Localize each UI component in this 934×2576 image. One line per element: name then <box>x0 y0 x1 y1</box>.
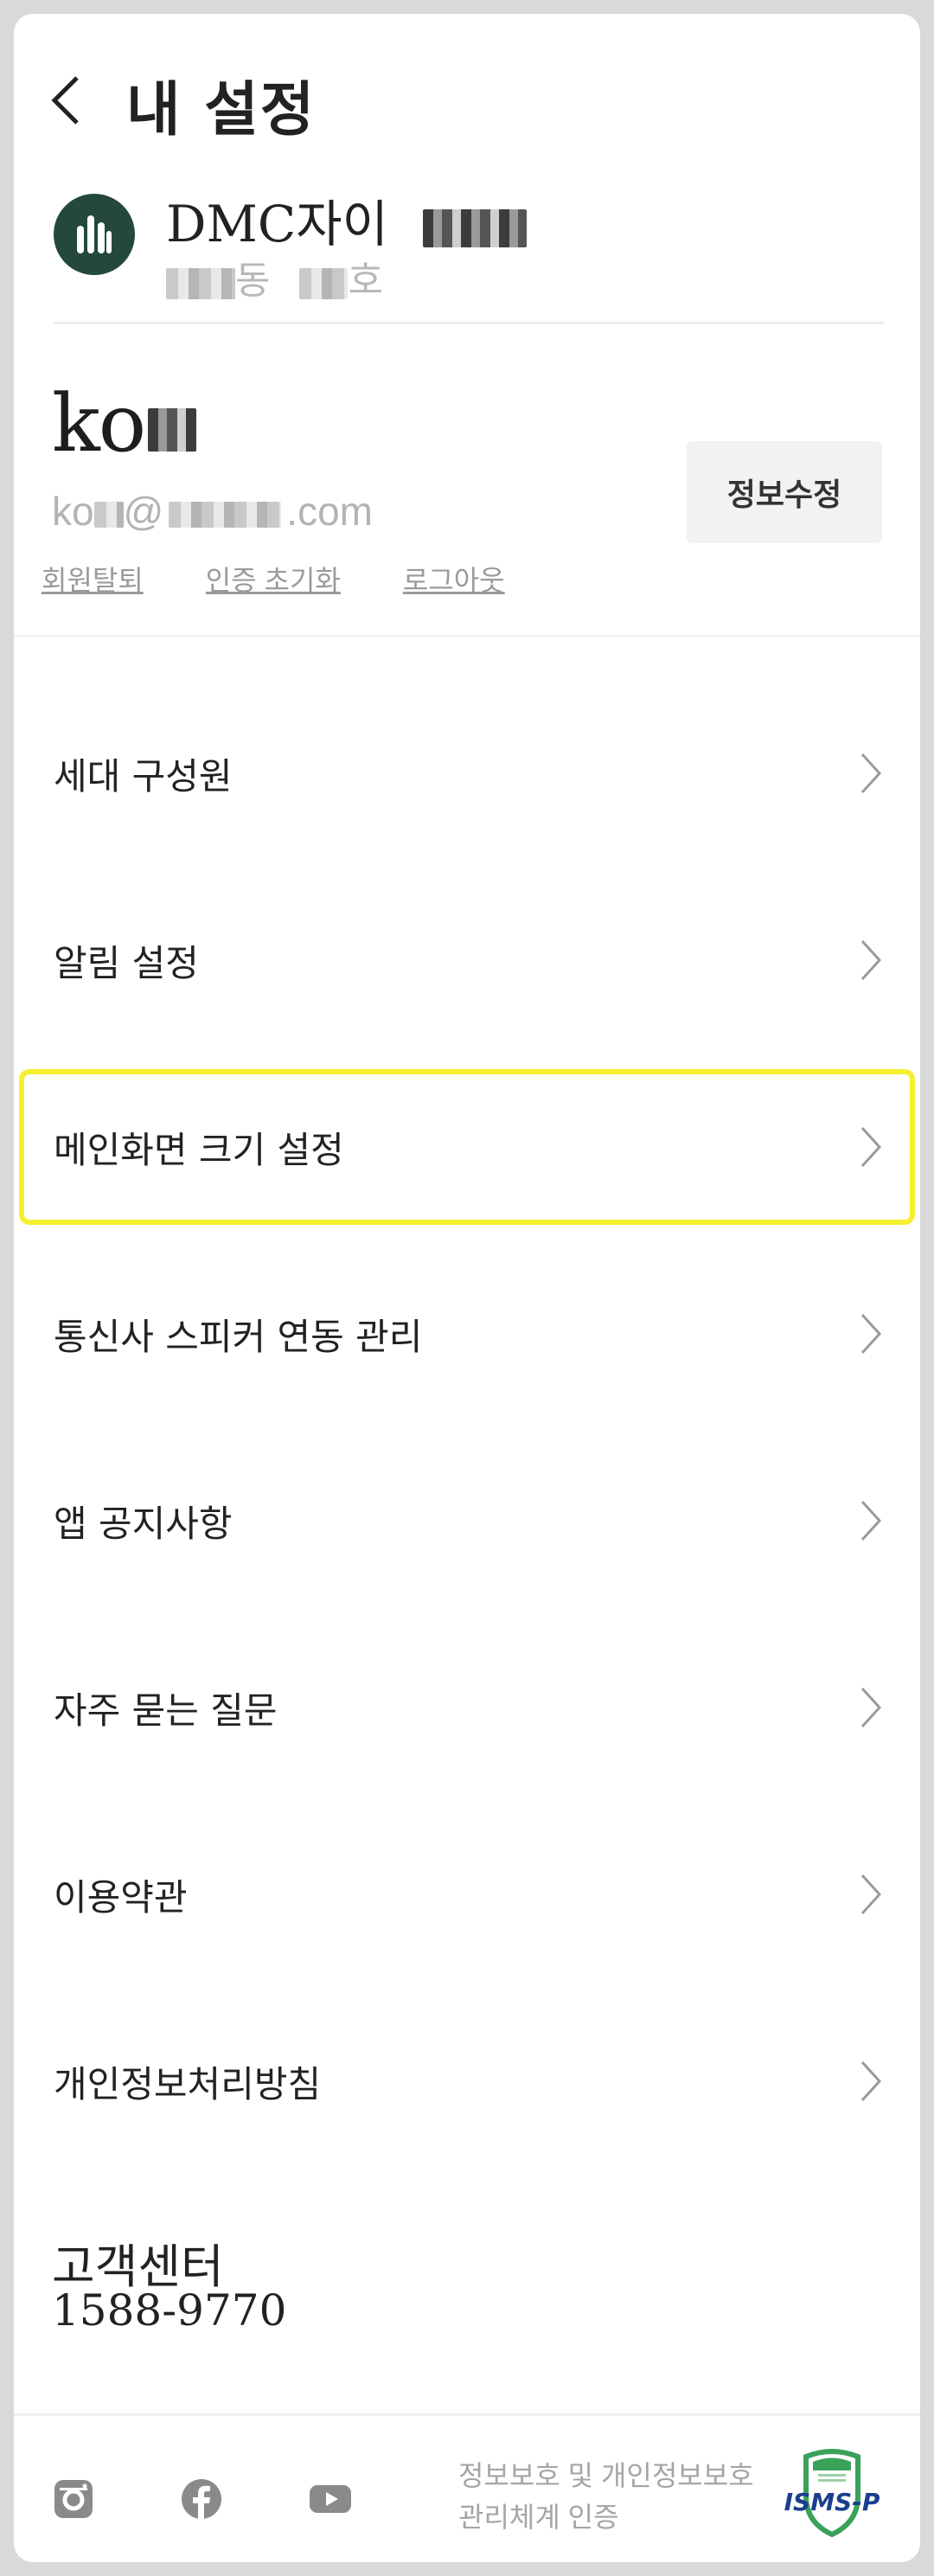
youtube-link[interactable] <box>308 2477 353 2521</box>
chevron-right-icon <box>860 2060 882 2102</box>
svg-text:ISMS-P: ISMS-P <box>784 2488 880 2516</box>
menu-item-label: 메인화면 크기 설정 <box>54 1128 344 1171</box>
menu-item-label: 앱 공지사항 <box>54 1502 233 1545</box>
redacted-text <box>166 267 235 299</box>
redacted-text <box>93 501 124 528</box>
redacted-text <box>169 501 282 528</box>
menu-item-household-members[interactable]: 세대 구성원 <box>14 680 920 867</box>
isms-p-badge-icon: ISMS-P <box>784 2449 880 2538</box>
menu-item-notification-settings[interactable]: 알림 설정 <box>14 867 920 1054</box>
settings-menu: 세대 구성원 알림 설정 메인화면 크기 설정 통신사 스피커 연동 관리 앱 … <box>14 680 920 2175</box>
apartment-name: DMC자이 <box>166 183 528 256</box>
divider <box>14 635 920 637</box>
logout-link[interactable]: 로그아웃 <box>403 559 505 599</box>
withdraw-link[interactable]: 회원탈퇴 <box>42 559 144 599</box>
menu-item-terms[interactable]: 이용약관 <box>14 1801 920 1988</box>
customer-center-phone[interactable]: 1588-9770 <box>52 2285 286 2336</box>
menu-item-privacy-policy[interactable]: 개인정보처리방침 <box>14 1988 920 2175</box>
divider <box>54 322 884 324</box>
instagram-icon <box>54 2480 93 2518</box>
user-email: ko @ .com <box>52 489 373 534</box>
social-links <box>52 2477 353 2521</box>
menu-item-label: 개인정보처리방침 <box>54 2062 322 2105</box>
menu-item-label: 알림 설정 <box>54 941 199 984</box>
building-icon <box>77 215 112 253</box>
chevron-right-icon <box>860 1313 882 1355</box>
edit-profile-button[interactable]: 정보수정 <box>687 441 882 543</box>
menu-item-label: 자주 묻는 질문 <box>54 1688 278 1732</box>
chevron-right-icon <box>860 1500 882 1541</box>
instagram-link[interactable] <box>52 2477 95 2521</box>
chevron-right-icon <box>860 753 882 794</box>
account-links: 회원탈퇴 인증 초기화 로그아웃 <box>42 559 505 599</box>
menu-item-carrier-speaker[interactable]: 통신사 스피커 연동 관리 <box>14 1240 920 1427</box>
redacted-text <box>423 208 528 247</box>
menu-item-label: 세대 구성원 <box>54 754 233 798</box>
menu-item-faq[interactable]: 자주 묻는 질문 <box>14 1614 920 1801</box>
redacted-text <box>299 267 349 299</box>
apartment-logo <box>54 194 135 275</box>
redacted-text <box>148 408 197 452</box>
menu-item-label: 이용약관 <box>54 1875 188 1919</box>
youtube-icon <box>310 2485 351 2513</box>
facebook-link[interactable] <box>180 2477 223 2521</box>
reset-auth-link[interactable]: 인증 초기화 <box>206 559 341 599</box>
menu-item-app-notices[interactable]: 앱 공지사항 <box>14 1427 920 1614</box>
certification-text: 정보보호 및 개인정보보호 관리체계 인증 <box>458 2460 754 2533</box>
page-title: 내 설정 <box>126 75 317 144</box>
header: 내 설정 <box>14 14 920 187</box>
chevron-right-icon <box>860 1687 882 1728</box>
user-name: ko <box>52 377 197 470</box>
chevron-right-icon <box>860 1126 882 1168</box>
settings-screen: 내 설정 DMC자이 동 호 ko ko @ .com 정보수정 회원탈퇴 인증 초… <box>14 14 920 2562</box>
chevron-right-icon <box>860 939 882 981</box>
chevron-left-icon <box>51 76 79 125</box>
chevron-right-icon <box>860 1874 882 1915</box>
back-button[interactable] <box>40 66 92 135</box>
menu-item-main-screen-size[interactable]: 메인화면 크기 설정 <box>14 1054 920 1240</box>
menu-item-label: 통신사 스피커 연동 관리 <box>54 1315 423 1358</box>
facebook-icon <box>182 2479 221 2519</box>
apartment-unit: 동 호 <box>166 249 383 304</box>
divider <box>14 2413 920 2416</box>
